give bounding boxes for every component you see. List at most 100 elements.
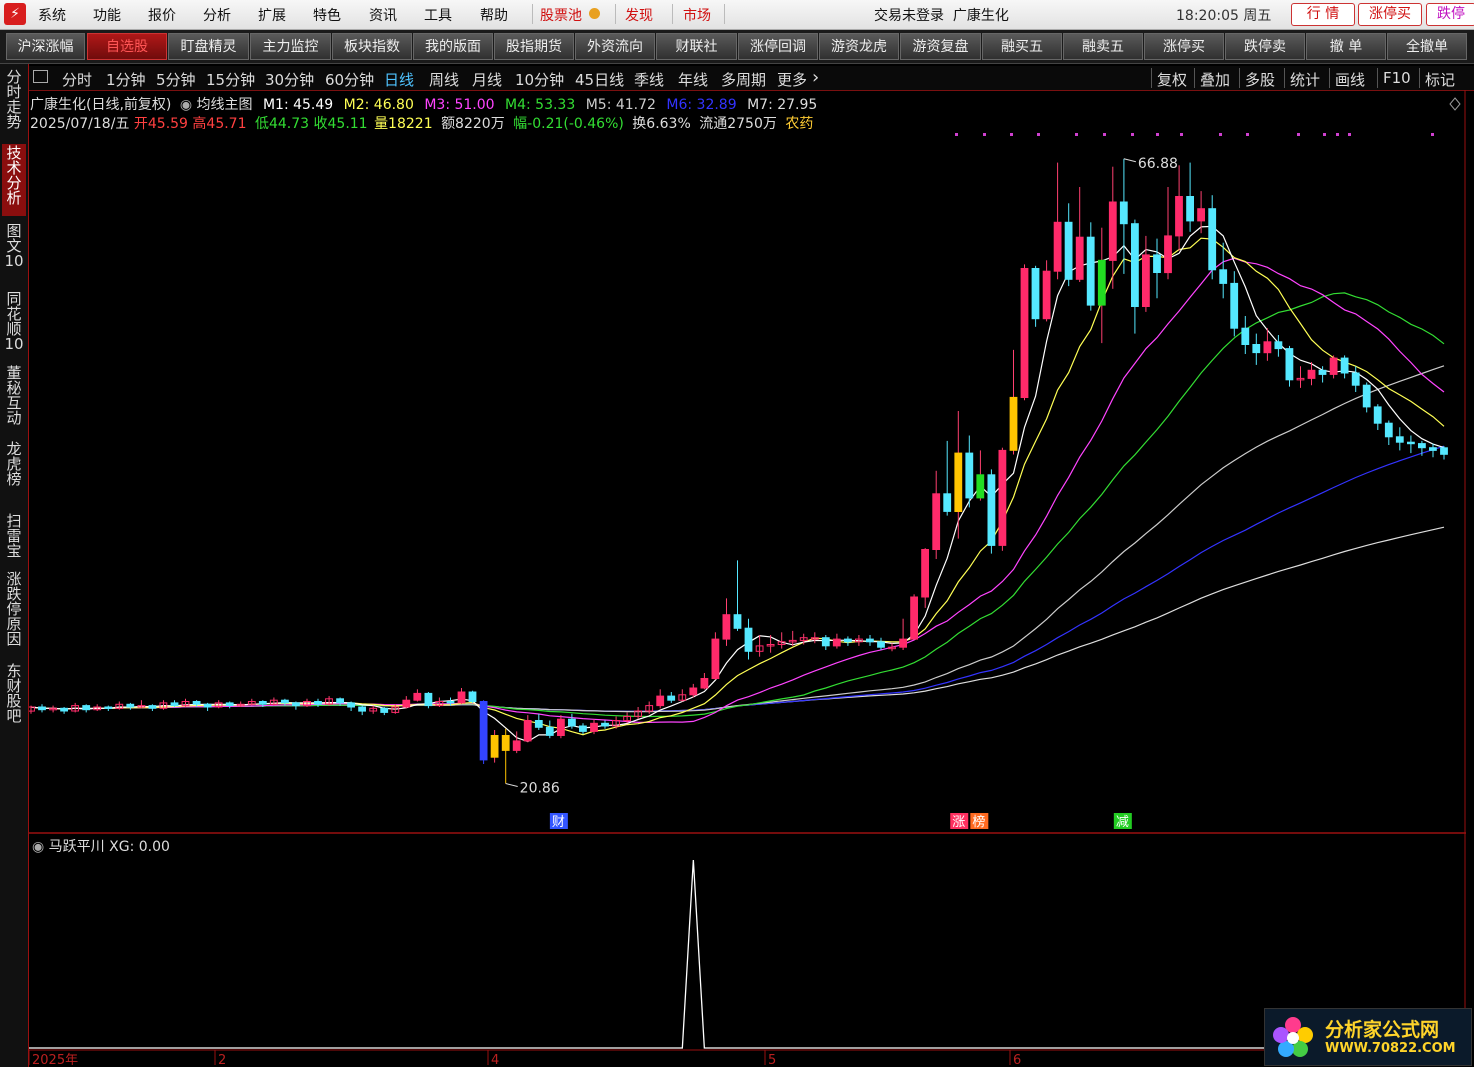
candle[interactable] [258, 701, 267, 705]
event-label-2[interactable]: 榜 [972, 814, 985, 830]
menu-item-5[interactable]: 特色 [313, 5, 341, 25]
candle[interactable] [1252, 344, 1261, 354]
kline-chart[interactable]: 66.88 20.86 财 涨榜 减 2025年 2 4 5 6 [29, 90, 1466, 1065]
candle[interactable] [424, 692, 433, 707]
sidebar-item-3[interactable]: 同花顺10 [2, 290, 26, 364]
period-9[interactable]: 10分钟 [515, 69, 564, 90]
candle[interactable] [1119, 201, 1128, 225]
candle[interactable] [545, 726, 554, 736]
menu-right-button-0[interactable]: 行 情 [1291, 3, 1355, 26]
candle[interactable] [336, 698, 345, 704]
candle[interactable] [1208, 208, 1217, 271]
chart-tool-1[interactable]: 叠加 [1200, 69, 1230, 90]
tool-button-1[interactable]: 自选股 [87, 33, 167, 60]
candle[interactable] [1318, 369, 1327, 375]
menu-highlight-0[interactable]: 股票池 [540, 5, 582, 25]
candle[interactable] [1263, 341, 1272, 354]
candle[interactable] [1351, 372, 1360, 386]
tool-button-14[interactable]: 涨停买 [1144, 33, 1224, 60]
candle[interactable] [590, 722, 598, 732]
tool-button-6[interactable]: 股指期货 [494, 33, 574, 60]
period-0[interactable]: 分时 [62, 69, 92, 90]
menu-right-button-2[interactable]: 跌停 [1426, 3, 1474, 26]
candle[interactable] [722, 614, 731, 640]
menu-item-6[interactable]: 资讯 [369, 5, 397, 25]
candle[interactable] [1153, 254, 1161, 273]
candle[interactable] [1031, 268, 1040, 320]
menu-item-4[interactable]: 扩展 [258, 5, 286, 25]
tool-button-17[interactable]: 全撤单 [1387, 33, 1467, 60]
candle[interactable] [479, 701, 488, 761]
sidebar-item-4[interactable]: 董秘互动 [2, 364, 26, 438]
candle[interactable] [899, 638, 908, 648]
layout-toggle-icon[interactable] [33, 70, 48, 83]
menu-item-7[interactable]: 工具 [424, 5, 452, 25]
candle[interactable] [281, 699, 289, 704]
period-12[interactable]: 年线 [678, 69, 708, 90]
tool-button-13[interactable]: 融卖五 [1063, 33, 1143, 60]
candle[interactable] [358, 706, 367, 712]
event-label-3[interactable]: 减 [1116, 815, 1129, 830]
candle[interactable] [1285, 348, 1294, 381]
period-11[interactable]: 季线 [634, 69, 664, 90]
tool-button-11[interactable]: 游资复盘 [900, 33, 981, 60]
candle[interactable] [402, 699, 411, 708]
candle[interactable] [656, 695, 665, 707]
candle[interactable] [1164, 235, 1172, 274]
period-2[interactable]: 5分钟 [156, 69, 196, 90]
candle[interactable] [987, 474, 996, 546]
chart-tool-0[interactable]: 复权 [1157, 69, 1187, 90]
tool-button-4[interactable]: 板块指数 [332, 33, 412, 60]
candle[interactable] [468, 691, 477, 702]
tool-button-16[interactable]: 撤 单 [1306, 33, 1386, 60]
period-3[interactable]: 15分钟 [206, 69, 255, 90]
candle[interactable] [1373, 406, 1382, 424]
tool-button-0[interactable]: 沪深涨幅 [6, 33, 85, 60]
candle[interactable] [523, 720, 532, 742]
sidebar-item-6[interactable]: 扫雷宝 [2, 512, 26, 570]
sidebar-item-5[interactable]: 龙虎榜 [2, 440, 26, 508]
candle[interactable] [733, 614, 742, 629]
menu-item-3[interactable]: 分析 [203, 5, 231, 25]
candle[interactable] [192, 701, 201, 705]
chart-tool-5[interactable]: F10 [1383, 69, 1411, 87]
sidebar-item-7[interactable]: 涨跌停原因 [2, 570, 26, 660]
candle[interactable] [1440, 447, 1448, 455]
candle[interactable] [170, 702, 179, 707]
candle[interactable] [954, 452, 963, 513]
candle[interactable] [314, 701, 322, 705]
period-10[interactable]: 45日线 [575, 69, 624, 90]
candle[interactable] [501, 735, 510, 751]
tool-button-7[interactable]: 外资流向 [575, 33, 655, 60]
candle[interactable] [1175, 196, 1183, 237]
candle[interactable] [148, 705, 157, 709]
candle[interactable] [667, 695, 676, 701]
chart-tool-2[interactable]: 多股 [1245, 69, 1275, 90]
candle[interactable] [1241, 327, 1250, 345]
candle[interactable] [1307, 369, 1316, 379]
sidebar-item-2[interactable]: 图文10 [2, 222, 26, 288]
candle[interactable] [877, 641, 885, 648]
candle[interactable] [457, 691, 466, 704]
candle[interactable] [1197, 208, 1205, 222]
candle[interactable] [380, 707, 389, 713]
candle[interactable] [512, 740, 521, 751]
candle[interactable] [1418, 443, 1426, 449]
period-7[interactable]: 周线 [429, 69, 459, 90]
candle[interactable] [579, 725, 587, 732]
candle[interactable] [1340, 357, 1349, 374]
menu-item-8[interactable]: 帮助 [480, 5, 508, 25]
chart-tool-6[interactable]: 标记 [1425, 69, 1455, 90]
indicator-toggle-icon[interactable]: ◉ [32, 839, 44, 855]
candle[interactable] [490, 735, 499, 758]
candle[interactable] [225, 702, 234, 707]
candle[interactable] [1064, 221, 1073, 280]
candle[interactable] [943, 493, 952, 512]
candle[interactable] [1219, 269, 1228, 284]
menu-item-0[interactable]: 系统 [38, 5, 66, 25]
period-13[interactable]: 多周期 [721, 69, 766, 90]
candle[interactable] [1329, 357, 1338, 375]
candle[interactable] [1142, 254, 1150, 307]
menu-item-2[interactable]: 报价 [148, 5, 176, 25]
candle[interactable] [700, 678, 709, 689]
